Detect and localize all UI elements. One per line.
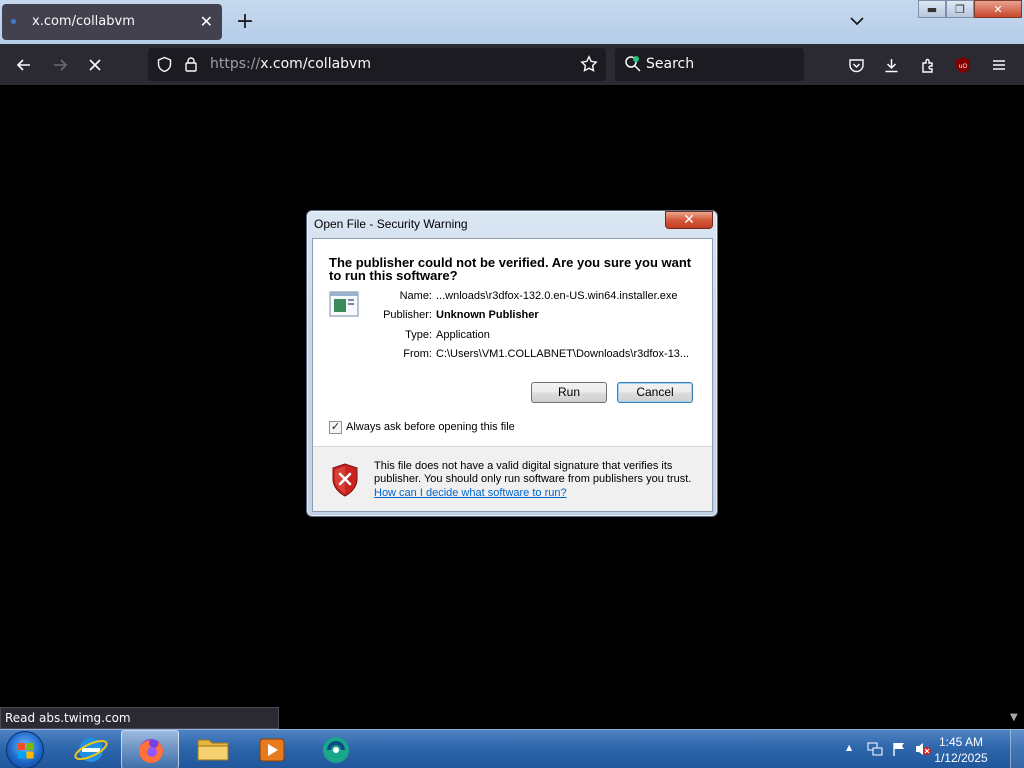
from-value: C:\Users\VM1.COLLABNET\Downloads\r3dfox-… [436, 348, 690, 360]
window-controls: ▬ ❐ ✕ [918, 0, 1024, 18]
tab-strip: x.com/collabvm ✕ + ▬ ❐ ✕ [0, 0, 1024, 44]
windows-logo-icon [18, 743, 34, 759]
back-button[interactable] [11, 52, 37, 78]
from-label: From: [403, 348, 432, 360]
media-player-icon [259, 738, 285, 762]
clock-time: 1:45 AM [938, 735, 984, 749]
warning-panel: This file does not have a valid digital … [313, 447, 712, 511]
taskbar-media-player[interactable] [243, 730, 301, 768]
search-box[interactable]: Search [615, 48, 804, 81]
download-icon [885, 58, 897, 72]
always-ask-checkbox[interactable]: ✓ [329, 421, 342, 434]
dialog-body: The publisher could not be verified. Are… [312, 238, 713, 512]
collabvm-icon [323, 737, 349, 763]
tab-x-collabvm[interactable]: x.com/collabvm ✕ [2, 4, 222, 40]
tab-title: x.com/collabvm [32, 14, 135, 29]
name-label: Name: [399, 290, 432, 302]
shield-tracking-icon[interactable] [156, 56, 173, 73]
restore-button[interactable]: ❐ [946, 0, 974, 18]
taskbar: ▲ 1:45 AM 1/12/2025 [0, 729, 1024, 768]
taskbar-clock[interactable]: 1:45 AM 1/12/2025 [930, 734, 992, 766]
type-value: Application [436, 329, 490, 341]
puzzle-icon [921, 58, 933, 73]
scroll-down-arrow-icon[interactable]: ▼ [1010, 712, 1018, 723]
pocket-icon [848, 58, 864, 72]
run-button[interactable]: Run [531, 382, 607, 403]
lock-icon[interactable] [184, 56, 198, 73]
stop-loading-button[interactable] [82, 52, 108, 78]
show-desktop-button[interactable] [1010, 730, 1024, 768]
clock-date: 1/12/2025 [934, 751, 988, 765]
downloads-button[interactable] [878, 52, 904, 78]
stop-icon [89, 59, 101, 71]
svg-text:uO: uO [959, 63, 968, 70]
security-warning-dialog: Open File - Security Warning ✕ The publi… [306, 210, 718, 517]
type-label: Type: [405, 329, 432, 341]
menu-button[interactable] [986, 52, 1012, 78]
taskbar-internet-explorer[interactable] [62, 730, 120, 768]
internet-explorer-icon [74, 738, 108, 762]
dialog-close-button[interactable]: ✕ [665, 211, 713, 229]
name-value: ...wnloads\r3dfox-132.0.en-US.win64.inst… [436, 290, 678, 302]
taskbar-firefox[interactable] [121, 730, 179, 768]
cancel-button[interactable]: Cancel [617, 382, 693, 403]
always-ask-label[interactable]: Always ask before opening this file [346, 421, 515, 433]
url-text[interactable]: https://x.com/collabvm [210, 56, 371, 72]
folder-icon [197, 739, 229, 761]
dialog-headline: The publisher could not be verified. Are… [329, 255, 692, 283]
navigation-toolbar: https://x.com/collabvm Search uO [0, 44, 1024, 85]
extensions-button[interactable] [915, 52, 941, 78]
publisher-label: Publisher: [383, 309, 432, 321]
address-bar[interactable]: https://x.com/collabvm [148, 48, 606, 81]
ublock-button[interactable]: uO [950, 52, 976, 78]
close-window-button[interactable]: ✕ [974, 0, 1022, 18]
help-link[interactable]: How can I decide what software to run? [374, 487, 567, 499]
hamburger-menu-icon [993, 60, 1005, 70]
pocket-button[interactable] [843, 52, 869, 78]
search-icon [625, 56, 641, 72]
system-tray: ▲ 1:45 AM 1/12/2025 [842, 730, 1024, 768]
start-button[interactable] [6, 731, 44, 768]
taskbar-collabvm[interactable] [307, 730, 365, 768]
minimize-button[interactable]: ▬ [918, 0, 946, 18]
tray-expand-arrow[interactable]: ▲ [846, 743, 852, 752]
bookmark-star-icon[interactable] [580, 55, 598, 73]
taskbar-file-explorer[interactable] [184, 730, 242, 768]
screen: x.com/collabvm ✕ + ▬ ❐ ✕ https://x.com/c… [0, 0, 1024, 768]
search-placeholder: Search [646, 56, 695, 72]
status-tooltip: Read abs.twimg.com [0, 707, 279, 729]
new-tab-button[interactable]: + [234, 9, 256, 35]
arrow-left-icon [16, 59, 30, 71]
security-shield-error-icon [332, 463, 358, 497]
ublock-origin-icon: uO [956, 57, 970, 73]
publisher-value: Unknown Publisher [436, 309, 539, 321]
favicon-icon [11, 19, 16, 24]
firefox-icon [139, 739, 163, 763]
warning-text: This file does not have a valid digital … [374, 460, 692, 485]
network-icon[interactable] [867, 741, 883, 757]
forward-button[interactable] [47, 52, 73, 78]
tab-close-icon[interactable]: ✕ [200, 12, 213, 31]
arrow-right-icon [54, 59, 68, 71]
dialog-title: Open File - Security Warning [314, 217, 468, 231]
chevron-down-icon[interactable] [848, 12, 866, 30]
action-center-flag-icon[interactable] [891, 741, 907, 757]
